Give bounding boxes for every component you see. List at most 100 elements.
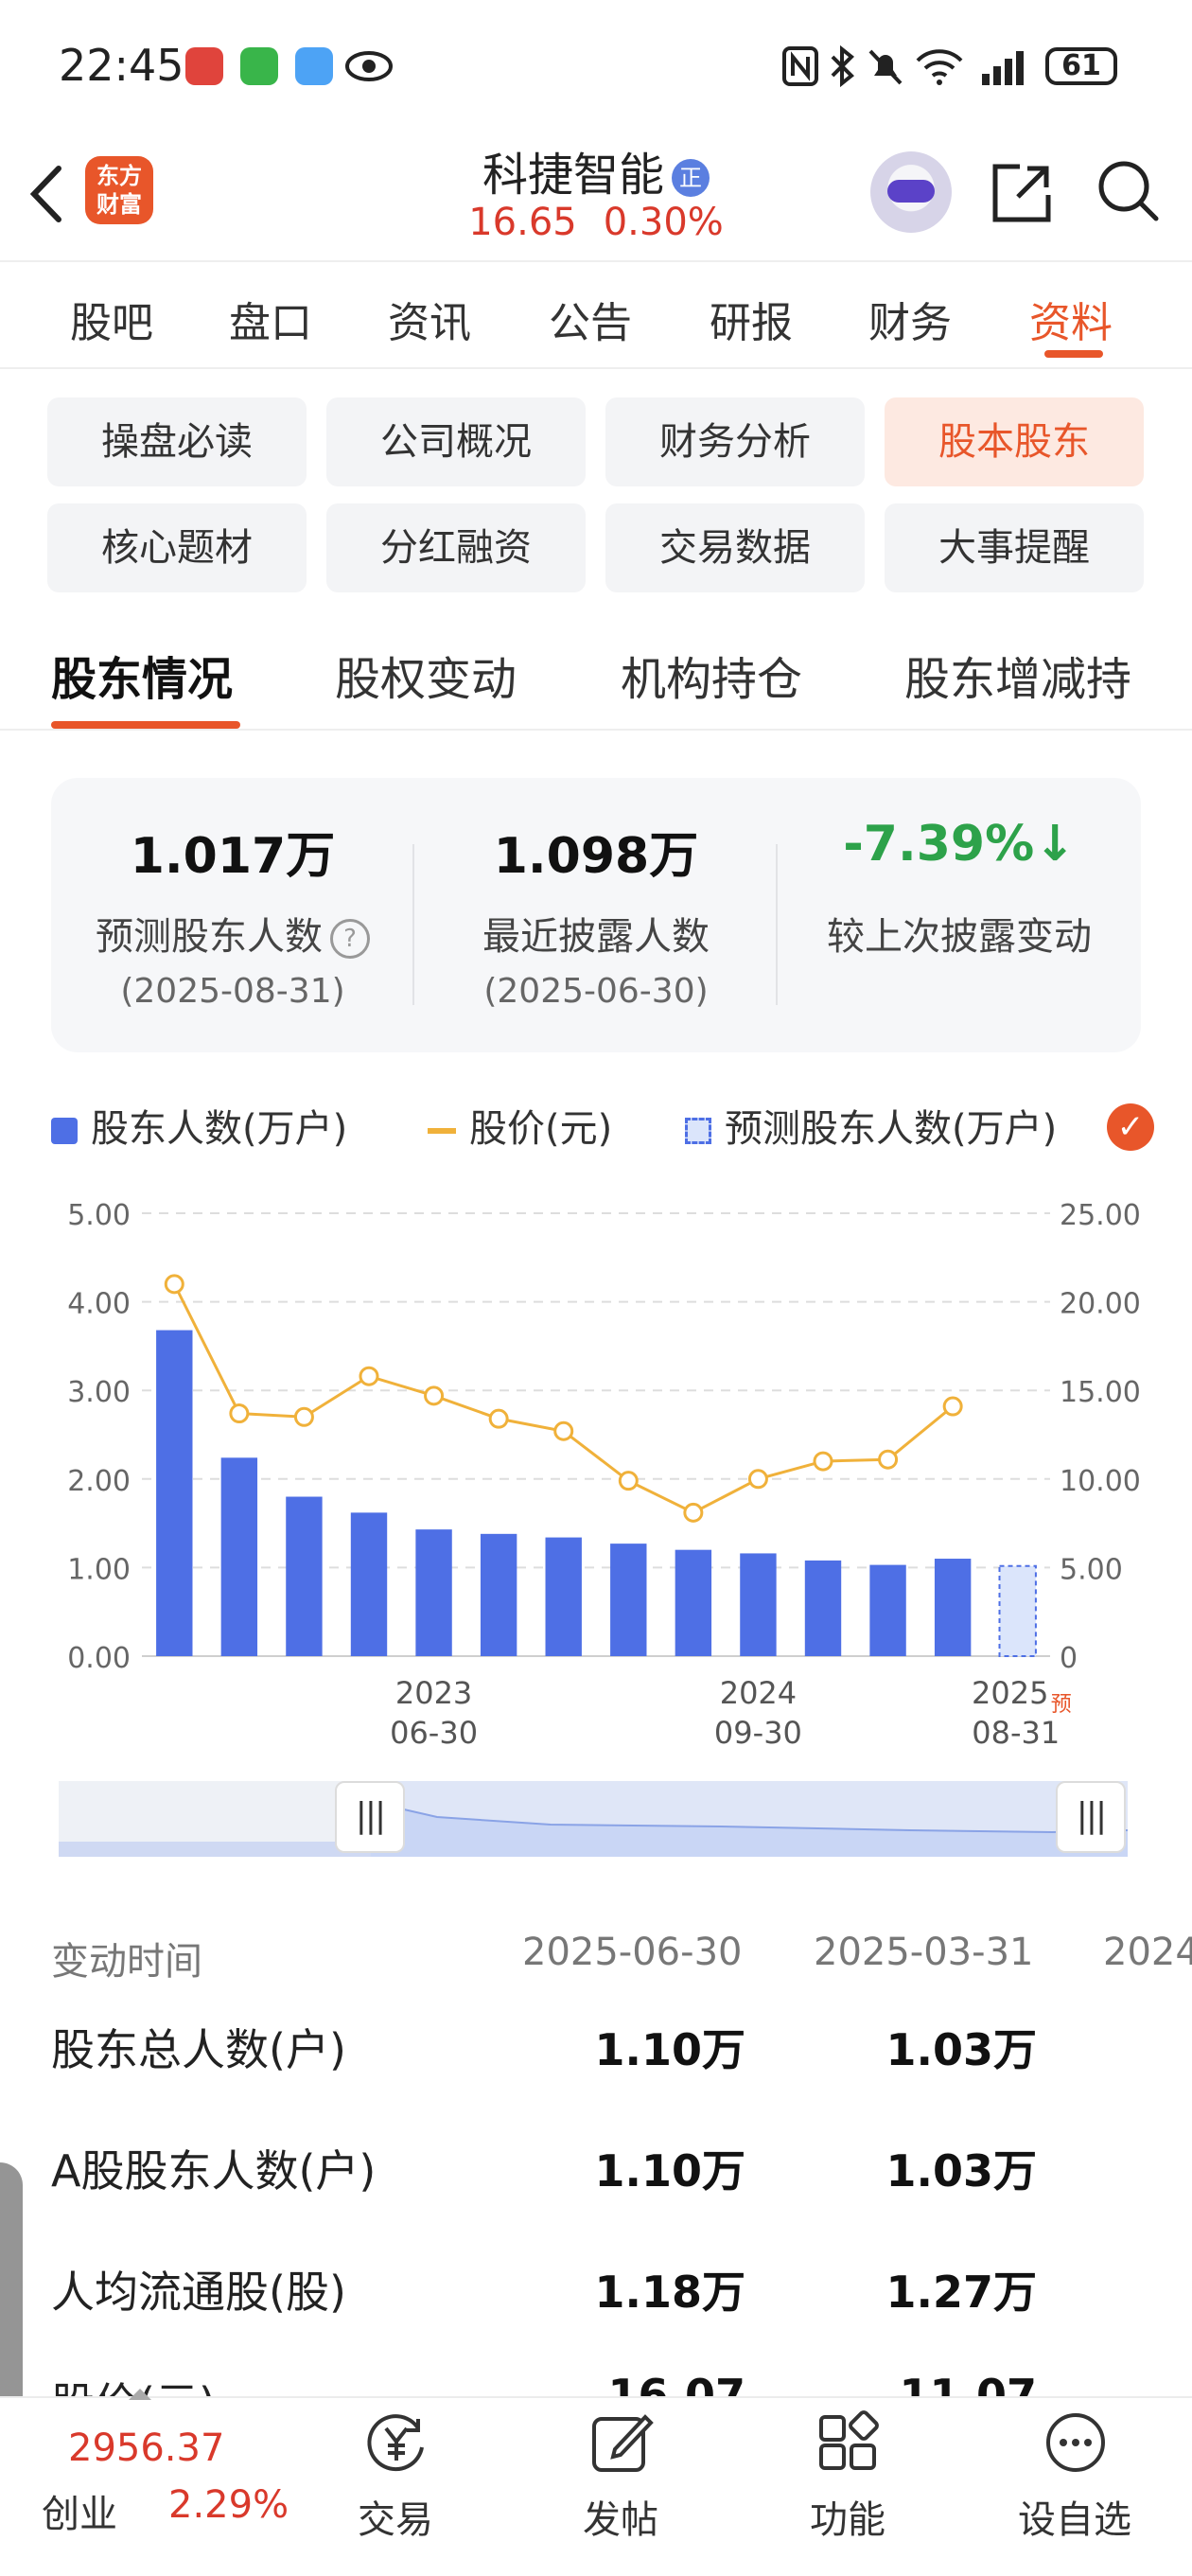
tab-profile[interactable]: 资料 <box>1029 289 1113 349</box>
chip-company-overview[interactable]: 公司概况 <box>326 397 586 486</box>
y-left-tick-label: 0.00 <box>67 1642 131 1675</box>
holders-bar <box>545 1537 582 1656</box>
y-right-tick-label: 5.00 <box>1060 1553 1123 1586</box>
price-point <box>229 1403 250 1424</box>
chip-major-events[interactable]: 大事提醒 <box>885 503 1144 592</box>
holders-bar <box>869 1564 906 1656</box>
legend-line-swatch <box>428 1128 456 1134</box>
forecast-holders-label: 预测股东人数? <box>51 906 414 961</box>
chip-trading-data[interactable]: 交易数据 <box>605 503 865 592</box>
holders-bar <box>740 1553 777 1656</box>
tab-guba[interactable]: 股吧 <box>70 289 153 349</box>
trade-yen-icon[interactable] <box>363 2409 429 2476</box>
chip-trading-must-read[interactable]: 操盘必读 <box>47 397 307 486</box>
tab-announcements[interactable]: 公告 <box>549 289 632 349</box>
slider-preview <box>59 1781 1129 1857</box>
y-left-tick-label: 2.00 <box>67 1465 131 1498</box>
price-point <box>747 1469 768 1490</box>
tab-research[interactable]: 研报 <box>710 289 793 349</box>
subtab-holding-changes[interactable]: 股东增减持 <box>904 642 1131 708</box>
legend-bar-swatch <box>51 1118 78 1144</box>
holders-bar <box>610 1544 647 1656</box>
status-bar: 22:45 61 <box>0 0 1192 132</box>
y-right-tick-label: 10.00 <box>1060 1465 1141 1498</box>
y-right-tick-label: 0 <box>1060 1642 1078 1675</box>
table-cell: 1.10万 <box>594 2145 746 2197</box>
legend-forecast[interactable]: 预测股东人数(万户) <box>685 1098 1057 1153</box>
price-point <box>553 1420 574 1441</box>
legend-holders[interactable]: 股东人数(万户) <box>51 1098 347 1153</box>
shareholder-chart: 5.00 25.00 4.00 20.00 3.00 15.00 2.00 10.00 1.00… <box>67 1199 1141 1751</box>
holders-change-value: -7.39%↓ <box>778 816 1141 873</box>
more-dots-icon[interactable] <box>1043 2409 1109 2476</box>
tab-news[interactable]: 资讯 <box>388 289 471 349</box>
signal-icon <box>982 51 1024 85</box>
index-name[interactable]: 创业 <box>42 2483 117 2538</box>
holders-bar <box>350 1512 388 1656</box>
share-icon[interactable] <box>988 159 1056 227</box>
price-point <box>488 1408 509 1429</box>
nav-post[interactable]: 发帖 <box>526 2489 715 2544</box>
table-header-date-2[interactable]: 2025-03-31 <box>814 1931 1033 1974</box>
chip-share-capital[interactable]: 股本股东 <box>885 397 1144 486</box>
price-point <box>164 1274 184 1295</box>
table-cell: 1.10万 <box>594 2024 746 2075</box>
legend-forecast-swatch <box>685 1118 711 1144</box>
stock-change: 0.30% <box>603 201 724 244</box>
subtab-divider <box>0 729 1192 731</box>
table-cell: 1.03万 <box>885 2145 1038 2197</box>
legend-checkmark-icon[interactable]: ✓ <box>1107 1103 1154 1151</box>
forecast-holders-value: 1.017万 <box>130 828 336 885</box>
slider-right-handle[interactable]: ||| <box>1056 1781 1126 1853</box>
price-point <box>359 1366 379 1386</box>
x-tick-date: 06-30 <box>390 1715 478 1751</box>
tab-pankou[interactable]: 盘口 <box>229 289 312 349</box>
index-change[interactable]: 2.29% <box>168 2483 289 2527</box>
table-cell: 1.18万 <box>594 2267 746 2318</box>
price-point <box>878 1449 899 1470</box>
chip-financial-analysis[interactable]: 财务分析 <box>605 397 865 486</box>
eye-icon <box>345 51 393 81</box>
chip-core-themes[interactable]: 核心题材 <box>47 503 307 592</box>
tab-divider <box>0 367 1192 369</box>
chart-range-slider[interactable] <box>59 1781 1129 1857</box>
index-value[interactable]: 2956.37 <box>68 2426 224 2470</box>
holders-bar <box>804 1560 842 1656</box>
help-icon[interactable]: ? <box>330 919 370 959</box>
stock-price: 16.65 <box>468 201 577 244</box>
chip-dividend-financing[interactable]: 分红融资 <box>326 503 586 592</box>
functions-grid-icon[interactable] <box>815 2409 882 2476</box>
subtab-active-underline <box>51 721 240 729</box>
price-point <box>683 1502 704 1523</box>
table-header-date-3[interactable]: 2024 <box>1103 1931 1192 1974</box>
ai-robot-avatar[interactable] <box>870 151 952 233</box>
forecast-holders-date: (2025-08-31) <box>120 972 345 1011</box>
y-left-tick-label: 5.00 <box>67 1199 131 1232</box>
table-cell: 1.03万 <box>885 2024 1038 2075</box>
nav-functions[interactable]: 功能 <box>753 2489 942 2544</box>
y-left-tick-label: 4.00 <box>67 1288 131 1321</box>
nav-add-watchlist[interactable]: 设自选 <box>980 2489 1169 2544</box>
forecast-mark: 预 <box>1051 1693 1072 1717</box>
subtab-shareholders[interactable]: 股东情况 <box>51 642 233 708</box>
index-expand-caret-icon[interactable] <box>129 2389 151 2400</box>
down-arrow-icon: ↓ <box>1034 816 1076 873</box>
bluetooth-icon <box>831 45 854 87</box>
wifi-icon <box>916 49 963 85</box>
nav-trade[interactable]: 交易 <box>301 2489 490 2544</box>
y-left-tick-label: 1.00 <box>67 1553 131 1586</box>
table-header-date-1[interactable]: 2025-06-30 <box>522 1931 742 1974</box>
huawei-app-icon <box>185 47 223 85</box>
x-tick-year: 2024 <box>720 1675 797 1711</box>
post-edit-icon[interactable] <box>588 2409 655 2476</box>
tab-finance[interactable]: 财务 <box>868 289 952 349</box>
table-row-label: A股股东人数(户) <box>51 2145 377 2197</box>
tab-active-underline <box>1044 350 1103 358</box>
subtab-institutional-holdings[interactable]: 机构持仓 <box>621 642 802 708</box>
cloud-icon <box>295 47 333 85</box>
y-left-tick-label: 3.00 <box>67 1376 131 1409</box>
legend-price[interactable]: 股价(元) <box>428 1098 612 1153</box>
subtab-equity-change[interactable]: 股权变动 <box>335 642 517 708</box>
search-icon[interactable] <box>1094 156 1162 224</box>
slider-left-handle[interactable]: ||| <box>335 1781 405 1853</box>
